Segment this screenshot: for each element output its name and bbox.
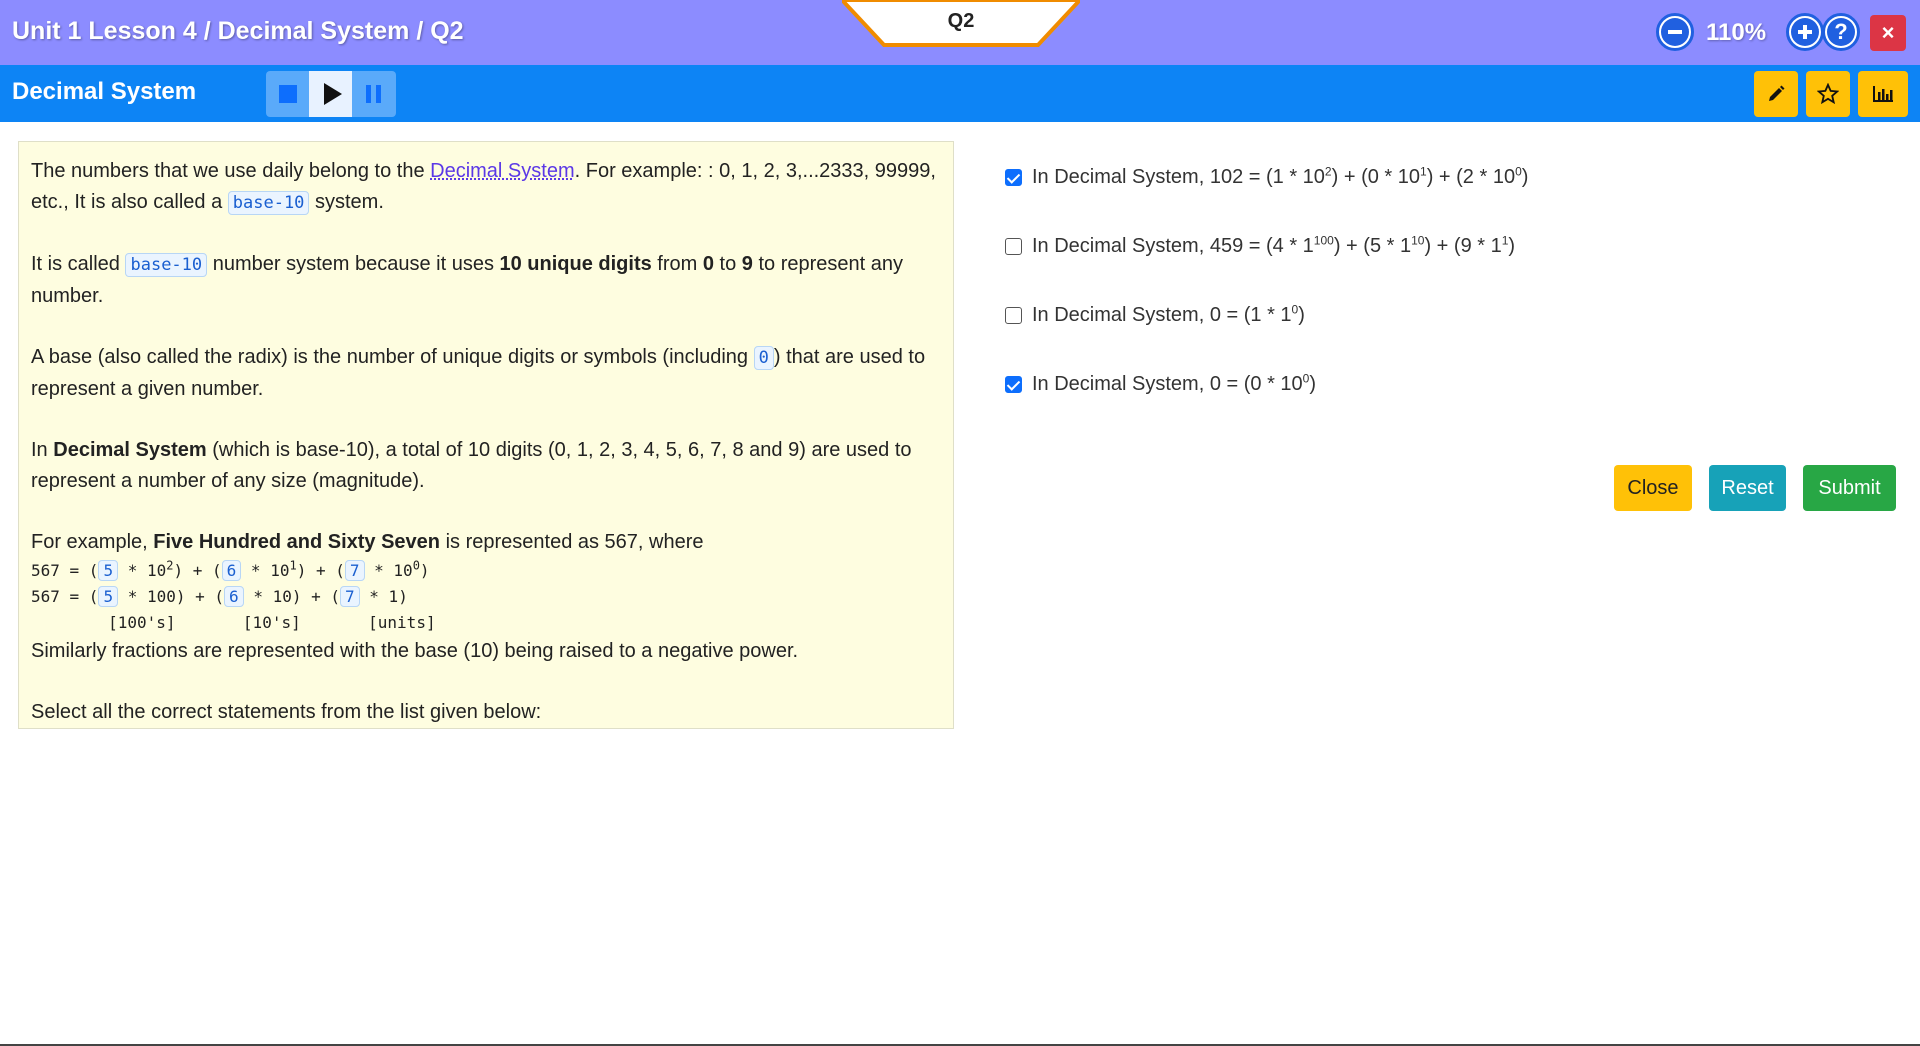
bar-chart-icon	[1873, 86, 1893, 102]
play-button[interactable]	[309, 71, 352, 117]
zoom-in-button[interactable]	[1786, 13, 1824, 51]
plus-circle-icon	[1791, 18, 1819, 46]
text: For example,	[31, 531, 154, 553]
pause-button[interactable]	[352, 71, 395, 117]
digit-badge: 7	[344, 560, 365, 581]
pencil-icon	[1769, 85, 1785, 101]
play-icon	[323, 83, 342, 105]
question-icon: ?	[1827, 18, 1855, 46]
paragraph-base10: It is called base-10 number system becau…	[31, 249, 941, 312]
bold-text: 0	[702, 253, 714, 275]
close-button[interactable]: Close	[1614, 465, 1692, 511]
close-window-button[interactable]: ×	[1870, 15, 1906, 51]
bold-text: 10 unique digits	[499, 253, 652, 275]
option-3-text: In Decimal System, 0 = (1 * 10)	[1032, 302, 1305, 326]
checkbox-unchecked[interactable]	[1005, 238, 1022, 255]
text: The numbers that we use daily belong to …	[31, 160, 431, 182]
paragraph-instruction: Select all the correct statements from t…	[31, 701, 542, 723]
submit-button[interactable]: Submit	[1803, 465, 1896, 511]
stop-button[interactable]	[266, 71, 309, 117]
title-bar: Decimal System	[0, 65, 1920, 122]
option-4-text: In Decimal System, 0 = (0 * 100)	[1032, 371, 1317, 395]
option-2-text: In Decimal System, 459 = (4 * 1100) + (5…	[1032, 233, 1516, 257]
pencil-button[interactable]	[1754, 71, 1798, 117]
paragraph-example: For example, Five Hundred and Sixty Seve…	[31, 527, 941, 558]
text: is represented as 567, where	[440, 531, 704, 553]
option-1[interactable]: In Decimal System, 102 = (1 * 102) + (0 …	[1005, 164, 1529, 189]
equation-powers: 567 = (5 * 102) + (6 * 101) + (7 * 100)	[31, 558, 430, 581]
text: A base (also called the radix) is the nu…	[31, 346, 754, 368]
code-zero: 0	[753, 346, 774, 370]
digit-badge: 5	[98, 560, 119, 581]
breadcrumb: Unit 1 Lesson 4 / Decimal System / Q2	[12, 17, 464, 45]
option-2[interactable]: In Decimal System, 459 = (4 * 1100) + (5…	[1005, 233, 1516, 258]
digit-badge: 6	[224, 586, 244, 607]
text: In	[31, 439, 54, 461]
bold-text: Five Hundred and Sixty Seven	[153, 531, 441, 553]
help-button[interactable]: ?	[1822, 13, 1860, 51]
star-button[interactable]	[1806, 71, 1850, 117]
checkbox-unchecked[interactable]	[1005, 307, 1022, 324]
minus-circle-icon	[1661, 18, 1689, 46]
option-3[interactable]: In Decimal System, 0 = (1 * 10)	[1005, 302, 1305, 327]
question-tab[interactable]: Q2	[842, 0, 1080, 48]
checkbox-checked[interactable]	[1005, 376, 1022, 393]
code-base-10: base-10	[125, 253, 208, 277]
paragraph-radix: A base (also called the radix) is the nu…	[31, 342, 941, 405]
text: from	[651, 253, 703, 275]
text: to	[714, 253, 742, 275]
question-panel: The numbers that we use daily belong to …	[18, 141, 954, 729]
option-4[interactable]: In Decimal System, 0 = (0 * 100)	[1005, 371, 1317, 396]
stop-icon	[278, 85, 297, 103]
digit-badge: 5	[98, 586, 119, 607]
paragraph-fractions: Similarly fractions are represented with…	[31, 640, 799, 662]
zoom-out-button[interactable]	[1656, 13, 1694, 51]
equation-labels: [100's] [10's] [units]	[31, 613, 436, 632]
decimal-system-link[interactable]: Decimal System	[430, 160, 574, 182]
checkbox-checked[interactable]	[1005, 169, 1022, 186]
code-base-10: base-10	[227, 191, 310, 215]
reset-button[interactable]: Reset	[1709, 465, 1786, 511]
text: system.	[309, 191, 384, 213]
digit-badge: 7	[340, 586, 360, 607]
question-tab-label: Q2	[947, 10, 975, 32]
media-controls	[266, 71, 396, 117]
zoom-level: 110%	[1706, 19, 1767, 46]
top-bar: Unit 1 Lesson 4 / Decimal System / Q2 Q2…	[0, 0, 1920, 65]
text: It is called	[31, 253, 126, 275]
paragraph-intro: The numbers that we use daily belong to …	[31, 156, 941, 219]
text: number system because it uses	[207, 253, 500, 275]
digit-badge: 6	[221, 560, 242, 581]
bold-text: Decimal System	[53, 439, 207, 461]
pause-icon	[366, 85, 381, 103]
stats-button[interactable]	[1858, 71, 1908, 117]
page-title: Decimal System	[12, 78, 197, 105]
option-1-text: In Decimal System, 102 = (1 * 102) + (0 …	[1032, 164, 1529, 188]
star-icon	[1817, 83, 1839, 105]
bold-text: 9	[741, 253, 753, 275]
paragraph-decimal: In Decimal System (which is base-10), a …	[31, 435, 941, 497]
equation-values: 567 = (5 * 100) + (6 * 10) + (7 * 1)	[31, 586, 408, 607]
